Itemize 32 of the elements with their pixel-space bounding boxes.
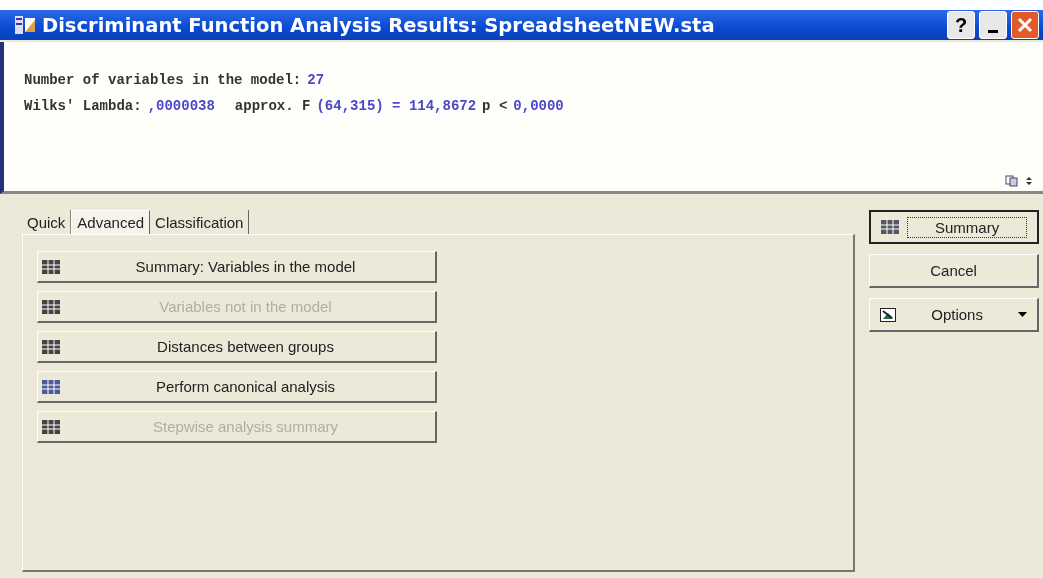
- table-icon: [42, 259, 60, 274]
- close-icon: [1016, 16, 1034, 34]
- result-label: Wilks' Lambda:: [24, 98, 142, 114]
- result-label: Number of variables in the model:: [24, 72, 302, 88]
- table-icon: [881, 220, 900, 234]
- table-icon: [42, 339, 60, 354]
- cancel-button[interactable]: Cancel: [869, 254, 1039, 288]
- result-value: 0,0000: [513, 98, 564, 114]
- action-button[interactable]: Distances between groups: [37, 331, 437, 363]
- result-label: p <: [482, 98, 508, 114]
- minimize-button[interactable]: [979, 11, 1007, 39]
- window-title: Discriminant Function Analysis Results: SpreadsheetNEW.sta: [42, 13, 716, 37]
- table-icon: [42, 419, 60, 434]
- result-value: ,0000038: [147, 98, 215, 114]
- result-value: 27: [307, 72, 325, 88]
- tab[interactable]: Classification: [150, 210, 250, 234]
- table-icon: [42, 379, 60, 394]
- result-label: approx. F: [234, 98, 311, 114]
- tab[interactable]: Advanced: [71, 210, 151, 234]
- action-button[interactable]: Summary: Variables in the model: [37, 251, 437, 283]
- minimize-icon: [988, 29, 998, 33]
- table-icon: [42, 299, 60, 314]
- chart-icon: [880, 307, 897, 322]
- help-button[interactable]: ?: [947, 11, 975, 39]
- close-button[interactable]: [1011, 11, 1039, 39]
- options-button[interactable]: Options: [869, 298, 1039, 332]
- summary-button[interactable]: Summary: [869, 210, 1039, 244]
- app-icon: [14, 14, 36, 36]
- dropdown-icon: [1018, 311, 1027, 318]
- copy-icon[interactable]: [1005, 175, 1019, 187]
- action-button[interactable]: Perform canonical analysis: [37, 371, 437, 403]
- result-value: (64,315) = 114,8672: [316, 98, 477, 114]
